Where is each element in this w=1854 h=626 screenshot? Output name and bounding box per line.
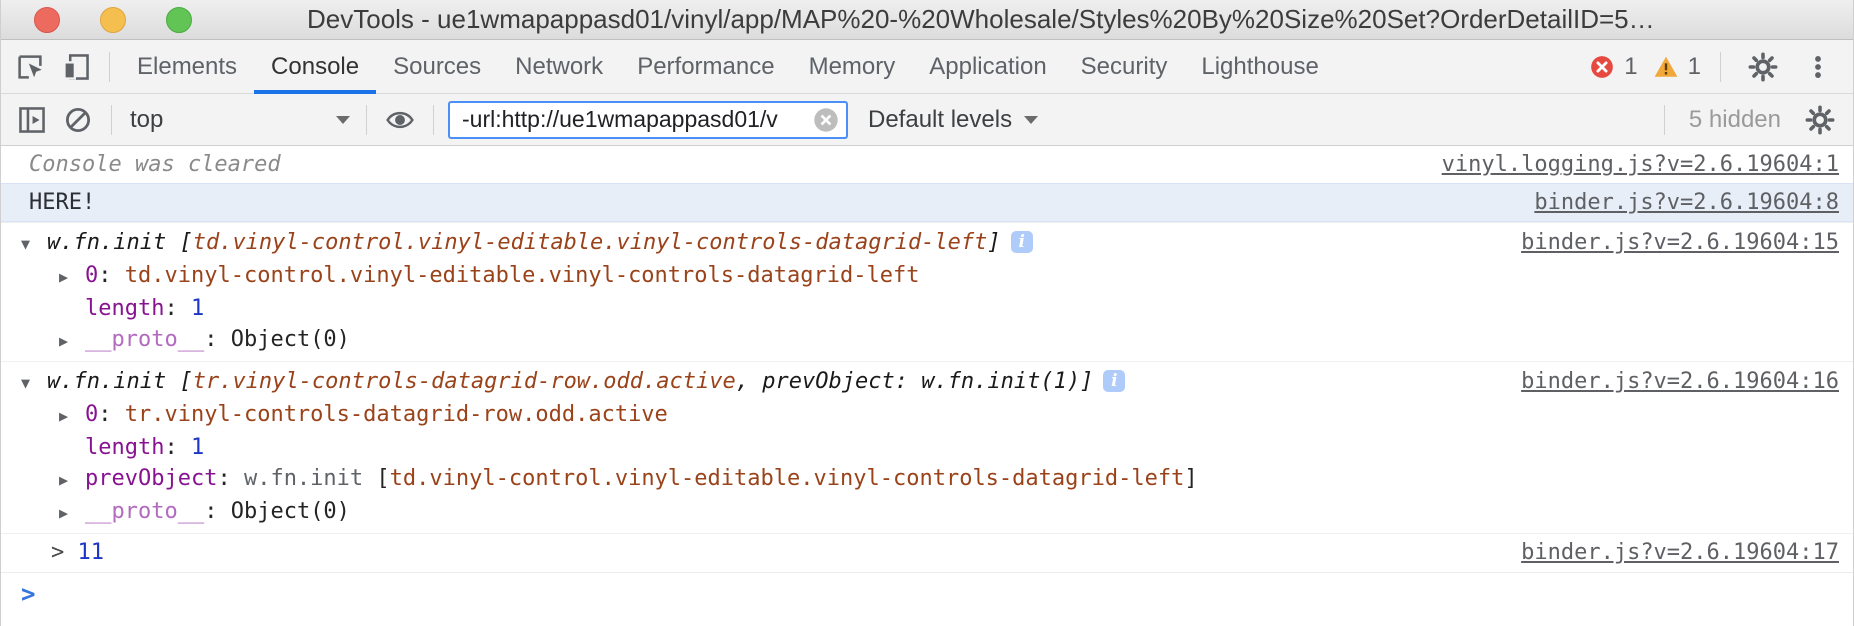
object-property-row[interactable]: ▶prevObject: w.fn.init [td.vinyl-control… bbox=[1, 463, 1505, 496]
toolbar-divider bbox=[433, 105, 434, 135]
toolbar-divider bbox=[1664, 105, 1665, 135]
inspect-cursor-icon bbox=[15, 52, 45, 82]
block-circle-icon bbox=[63, 105, 93, 135]
property-text: 0: tr.vinyl-controls-datagrid-row.odd.ac… bbox=[85, 402, 668, 427]
device-toolbar-icon bbox=[61, 52, 91, 82]
tab-performance[interactable]: Performance bbox=[620, 40, 791, 94]
tab-network[interactable]: Network bbox=[498, 40, 620, 94]
console-message-object: ▼w.fn.init [td.vinyl-control.vinyl-edita… bbox=[1, 222, 1853, 361]
expand-arrow-icon[interactable]: ▶ bbox=[59, 465, 85, 496]
minimize-window-button[interactable] bbox=[100, 7, 126, 33]
toolbar-divider bbox=[109, 52, 110, 82]
error-icon[interactable] bbox=[1589, 54, 1615, 80]
object-property-row: length: 1 bbox=[1, 293, 1505, 324]
collapse-arrow-icon[interactable]: ▼ bbox=[21, 229, 47, 260]
hidden-messages-count[interactable]: 5 hidden bbox=[1689, 106, 1781, 134]
console-toolbar: top -url:http://ue1wmapappasd01/v Defaul… bbox=[1, 94, 1853, 146]
vertical-dots-icon bbox=[1804, 53, 1832, 81]
property-text: __proto__: Object(0) bbox=[85, 499, 350, 524]
gear-icon bbox=[1805, 105, 1835, 135]
source-link[interactable]: binder.js?v=2.6.19604:8 bbox=[1518, 188, 1853, 217]
tab-lighthouse[interactable]: Lighthouse bbox=[1184, 40, 1335, 94]
property-text: prevObject: w.fn.init [td.vinyl-control.… bbox=[85, 466, 1198, 491]
levels-label: Default levels bbox=[868, 106, 1012, 134]
toolbar-divider bbox=[366, 105, 367, 135]
eye-icon bbox=[384, 106, 416, 134]
create-live-expression-button[interactable] bbox=[377, 97, 423, 143]
tab-console[interactable]: Console bbox=[254, 40, 376, 94]
object-preview-header[interactable]: ▼w.fn.init [tr.vinyl-controls-datagrid-r… bbox=[1, 366, 1505, 399]
object-header-text: w.fn.init [td.vinyl-control.vinyl-editab… bbox=[47, 230, 1001, 255]
collapse-arrow-icon[interactable]: ▼ bbox=[21, 368, 47, 399]
gear-icon bbox=[1748, 52, 1778, 82]
tab-security[interactable]: Security bbox=[1064, 40, 1185, 94]
clear-filter-icon[interactable] bbox=[813, 107, 839, 133]
tab-application[interactable]: Application bbox=[912, 40, 1063, 94]
clear-console-button[interactable] bbox=[55, 97, 101, 143]
inspect-element-button[interactable] bbox=[7, 44, 53, 90]
property-text: 0: td.vinyl-control.vinyl-editable.vinyl… bbox=[85, 263, 919, 288]
object-property-row[interactable]: ▶0: tr.vinyl-controls-datagrid-row.odd.a… bbox=[1, 399, 1505, 432]
result-text: > 11 bbox=[51, 540, 104, 565]
chevron-down-icon bbox=[336, 116, 350, 124]
info-badge-icon[interactable]: i bbox=[1011, 231, 1033, 253]
expand-arrow-icon[interactable]: ▶ bbox=[59, 262, 85, 293]
console-prompt[interactable]: > bbox=[1, 572, 1853, 618]
object-property-row[interactable]: ▶0: td.vinyl-control.vinyl-editable.viny… bbox=[1, 260, 1505, 293]
source-link[interactable]: binder.js?v=2.6.19604:17 bbox=[1505, 538, 1853, 567]
expand-arrow-icon[interactable]: ▶ bbox=[59, 401, 85, 432]
tabbar-right-cluster: 1 1 bbox=[1589, 44, 1853, 90]
tab-memory[interactable]: Memory bbox=[792, 40, 913, 94]
toolbar-divider bbox=[1720, 52, 1721, 82]
console-filter-input[interactable]: -url:http://ue1wmapappasd01/v bbox=[448, 101, 848, 139]
javascript-context-select[interactable]: top bbox=[122, 106, 356, 134]
toolbar-right-cluster: 5 hidden bbox=[1654, 97, 1853, 143]
source-link[interactable]: vinyl.logging.js?v=2.6.19604:1 bbox=[1426, 150, 1853, 179]
info-message-text: HERE! bbox=[1, 188, 1518, 217]
source-link[interactable]: binder.js?v=2.6.19604:15 bbox=[1505, 227, 1853, 258]
console-messages-area: Console was cleared vinyl.logging.js?v=2… bbox=[1, 146, 1853, 618]
devtools-menu-button[interactable] bbox=[1795, 44, 1841, 90]
devtools-tabbar: Elements Console Sources Network Perform… bbox=[1, 40, 1853, 94]
prompt-chevron-icon: > bbox=[21, 580, 35, 608]
console-message-info: HERE! binder.js?v=2.6.19604:8 bbox=[1, 183, 1853, 222]
expand-arrow-icon[interactable]: ▶ bbox=[59, 326, 85, 357]
window-controls bbox=[34, 7, 192, 33]
property-text: __proto__: Object(0) bbox=[85, 327, 350, 352]
show-console-sidebar-button[interactable] bbox=[9, 97, 55, 143]
tab-sources[interactable]: Sources bbox=[376, 40, 498, 94]
filter-value: -url:http://ue1wmapappasd01/v bbox=[462, 106, 807, 133]
object-preview-header[interactable]: ▼w.fn.init [td.vinyl-control.vinyl-edita… bbox=[1, 227, 1505, 260]
warning-icon[interactable] bbox=[1653, 54, 1679, 80]
console-sidebar-icon bbox=[17, 105, 47, 135]
context-label: top bbox=[130, 106, 163, 134]
console-message-object: ▼w.fn.init [tr.vinyl-controls-datagrid-r… bbox=[1, 361, 1853, 533]
window-title: DevTools - ue1wmapappasd01/vinyl/app/MAP… bbox=[187, 4, 1667, 35]
console-message-result: > 11 binder.js?v=2.6.19604:17 bbox=[1, 533, 1853, 572]
system-message-text: Console was cleared bbox=[1, 150, 1426, 179]
toolbar-divider bbox=[111, 105, 112, 135]
log-levels-dropdown[interactable]: Default levels bbox=[868, 106, 1038, 134]
property-text: length: 1 bbox=[85, 296, 204, 321]
object-property-row[interactable]: ▶__proto__: Object(0) bbox=[1, 324, 1505, 357]
property-text: length: 1 bbox=[85, 435, 204, 460]
expand-arrow-icon[interactable]: ▶ bbox=[59, 498, 85, 529]
zoom-window-button[interactable] bbox=[166, 7, 192, 33]
toggle-device-toolbar-button[interactable] bbox=[53, 44, 99, 90]
source-link[interactable]: binder.js?v=2.6.19604:16 bbox=[1505, 366, 1853, 397]
window-titlebar: DevTools - ue1wmapappasd01/vinyl/app/MAP… bbox=[1, 0, 1853, 40]
console-message-system: Console was cleared vinyl.logging.js?v=2… bbox=[1, 146, 1853, 183]
info-badge-icon[interactable]: i bbox=[1103, 370, 1125, 392]
object-property-row: length: 1 bbox=[1, 432, 1505, 463]
chevron-down-icon bbox=[1024, 116, 1038, 124]
object-property-row[interactable]: ▶__proto__: Object(0) bbox=[1, 496, 1505, 529]
warning-count[interactable]: 1 bbox=[1688, 53, 1701, 81]
object-header-text: w.fn.init [tr.vinyl-controls-datagrid-ro… bbox=[47, 369, 1093, 394]
console-settings-button[interactable] bbox=[1797, 97, 1843, 143]
tab-elements[interactable]: Elements bbox=[120, 40, 254, 94]
close-window-button[interactable] bbox=[34, 7, 60, 33]
devtools-settings-button[interactable] bbox=[1740, 44, 1786, 90]
error-count[interactable]: 1 bbox=[1624, 53, 1637, 81]
